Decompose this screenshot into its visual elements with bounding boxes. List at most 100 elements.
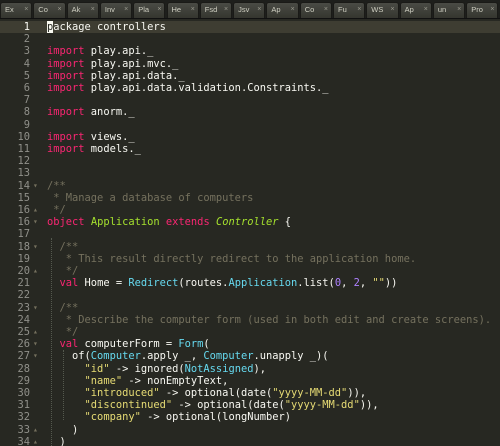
- tab-close-icon[interactable]: ×: [191, 3, 195, 17]
- fold-marker-icon[interactable]: ▾: [33, 302, 43, 314]
- tab-close-icon[interactable]: ×: [490, 3, 494, 17]
- tab-close-icon[interactable]: ×: [24, 3, 28, 17]
- code-token: ,: [359, 277, 373, 290]
- code-line[interactable]: 29 "name" -> nonEmptyText,: [0, 375, 500, 387]
- code-line[interactable]: 24 * Describe the computer form (used in…: [0, 314, 500, 326]
- tab-8[interactable]: Jsv ×: [233, 2, 266, 18]
- code-line[interactable]: 19 * This result directly redirect to th…: [0, 253, 500, 265]
- tab-1[interactable]: Ex ×: [0, 2, 33, 18]
- tab-close-icon[interactable]: ×: [391, 3, 395, 17]
- code-token: Redirect: [128, 277, 179, 290]
- code-line[interactable]: 12: [0, 155, 500, 167]
- tab-close-icon[interactable]: ×: [324, 3, 328, 17]
- code-token: of(: [47, 350, 91, 363]
- code-line[interactable]: 3 import play.api._: [0, 45, 500, 57]
- fold-marker-icon[interactable]: ▾: [33, 180, 43, 192]
- code-token: import: [47, 69, 85, 82]
- tab-10[interactable]: Co ×: [299, 2, 332, 18]
- code-token: val: [59, 277, 79, 290]
- code-line[interactable]: 15 * Manage a database of computers: [0, 192, 500, 204]
- tab-7[interactable]: Fsd ×: [199, 2, 233, 18]
- tab-5[interactable]: Pla ×: [133, 2, 166, 18]
- code-text: import models._: [47, 143, 141, 155]
- code-text: * Manage a database of computers: [47, 192, 253, 204]
- tab-close-icon[interactable]: ×: [424, 3, 428, 17]
- code-line[interactable]: 6 import play.api.data.validation.Constra…: [0, 82, 500, 94]
- fold-marker-icon[interactable]: ▴: [33, 436, 43, 446]
- code-line[interactable]: 8 import anorm._: [0, 106, 500, 118]
- code-line[interactable]: 31 "discontinued" -> optional(date("yyyy…: [0, 399, 500, 411]
- code-text: "introduced" -> optional(date("yyyy-MM-d…: [47, 387, 367, 399]
- line-number: 28: [17, 362, 30, 375]
- tab-4[interactable]: Inv ×: [99, 2, 133, 18]
- code-line[interactable]: 33 ▴ ): [0, 424, 500, 436]
- code-line[interactable]: 14 ▾ /**: [0, 180, 500, 192]
- code-line[interactable]: 23 ▾ /**: [0, 302, 500, 314]
- code-line[interactable]: 9: [0, 119, 500, 131]
- tab-close-icon[interactable]: ×: [124, 3, 128, 17]
- tab-9[interactable]: Ap ×: [266, 2, 299, 18]
- code-line[interactable]: 22: [0, 289, 500, 301]
- code-line[interactable]: 2: [0, 33, 500, 45]
- code-line[interactable]: 32 "company" -> optional(longNumber): [0, 411, 500, 423]
- code-line[interactable]: 27 ▾ of(Computer.apply _, Computer.unappl…: [0, 350, 500, 362]
- tab-label: Co: [304, 5, 315, 14]
- code-line[interactable]: 25 ▴ */: [0, 326, 500, 338]
- tab-15[interactable]: Pro ×: [466, 2, 499, 18]
- code-line[interactable]: 11 import models._: [0, 143, 500, 155]
- tab-2[interactable]: Co ×: [33, 2, 66, 18]
- code-line[interactable]: 21 val Home = Redirect(routes.Applicatio…: [0, 277, 500, 289]
- fold-marker-icon[interactable]: ▾: [33, 241, 43, 253]
- fold-marker-icon[interactable]: ▾: [33, 216, 43, 228]
- fold-marker-icon[interactable]: ▾: [33, 338, 43, 350]
- code-line[interactable]: 26 ▾ val computerForm = Form(: [0, 338, 500, 350]
- code-editor[interactable]: 1 package controllers 2 3 import play.api._ 4…: [0, 18, 500, 446]
- tab-close-icon[interactable]: ×: [157, 3, 161, 17]
- tab-6[interactable]: He ×: [166, 2, 199, 18]
- tab-close-icon[interactable]: ×: [457, 3, 461, 17]
- code-line[interactable]: 1 package controllers: [0, 21, 500, 34]
- tab-12[interactable]: WS ×: [366, 2, 399, 18]
- tab-close-icon[interactable]: ×: [257, 3, 261, 17]
- line-number: 21: [17, 277, 30, 290]
- code-text: */: [47, 265, 79, 277]
- code-line[interactable]: 34 ▴ ): [0, 436, 500, 446]
- tab-14[interactable]: un ×: [432, 2, 466, 18]
- code-token: * Describe the computer form (used in bo…: [47, 313, 492, 326]
- tab-13[interactable]: Ap ×: [399, 2, 432, 18]
- tab-close-icon[interactable]: ×: [91, 3, 95, 17]
- fold-marker-icon[interactable]: ▴: [33, 424, 43, 436]
- line-number: 34: [17, 435, 30, 446]
- tab-close-icon[interactable]: ×: [357, 3, 361, 17]
- fold-marker-icon[interactable]: ▴: [33, 326, 43, 338]
- code-line[interactable]: 20 ▴ */: [0, 265, 500, 277]
- code-line[interactable]: 4 import play.api.mvc._: [0, 58, 500, 70]
- code-text: package controllers: [47, 21, 166, 33]
- code-line[interactable]: 28 "id" -> ignored(NotAssigned),: [0, 363, 500, 375]
- code-line[interactable]: 18 ▾ /**: [0, 241, 500, 253]
- code-line[interactable]: 13: [0, 167, 500, 179]
- fold-marker-icon[interactable]: ▾: [33, 350, 43, 362]
- code-line[interactable]: 17: [0, 228, 500, 240]
- line-number: 5: [23, 69, 30, 82]
- code-token: import: [47, 143, 85, 155]
- code-line[interactable]: 16 ▴ */: [0, 204, 500, 216]
- tab-close-icon[interactable]: ×: [291, 3, 295, 17]
- code-line[interactable]: 16 ▾ object Application extends Controller…: [0, 216, 500, 228]
- tab-11[interactable]: Fu ×: [333, 2, 366, 18]
- fold-marker-icon[interactable]: ▴: [33, 204, 43, 216]
- line-number: 20: [17, 265, 30, 277]
- code-line[interactable]: 10 import views._: [0, 131, 500, 143]
- tab-close-icon[interactable]: ×: [58, 3, 62, 17]
- code-line[interactable]: 5 import play.api.data._: [0, 70, 500, 82]
- tab-label: Fu: [338, 5, 347, 14]
- tab-3[interactable]: Ak ×: [66, 2, 99, 18]
- tab-label: Fsd: [204, 5, 218, 14]
- code-text: */: [47, 326, 79, 338]
- code-line[interactable]: 7: [0, 94, 500, 106]
- fold-marker-icon[interactable]: ▴: [33, 265, 43, 277]
- tab-close-icon[interactable]: ×: [224, 3, 228, 17]
- code-line[interactable]: 30 "introduced" -> optional(date("yyyy-M…: [0, 387, 500, 399]
